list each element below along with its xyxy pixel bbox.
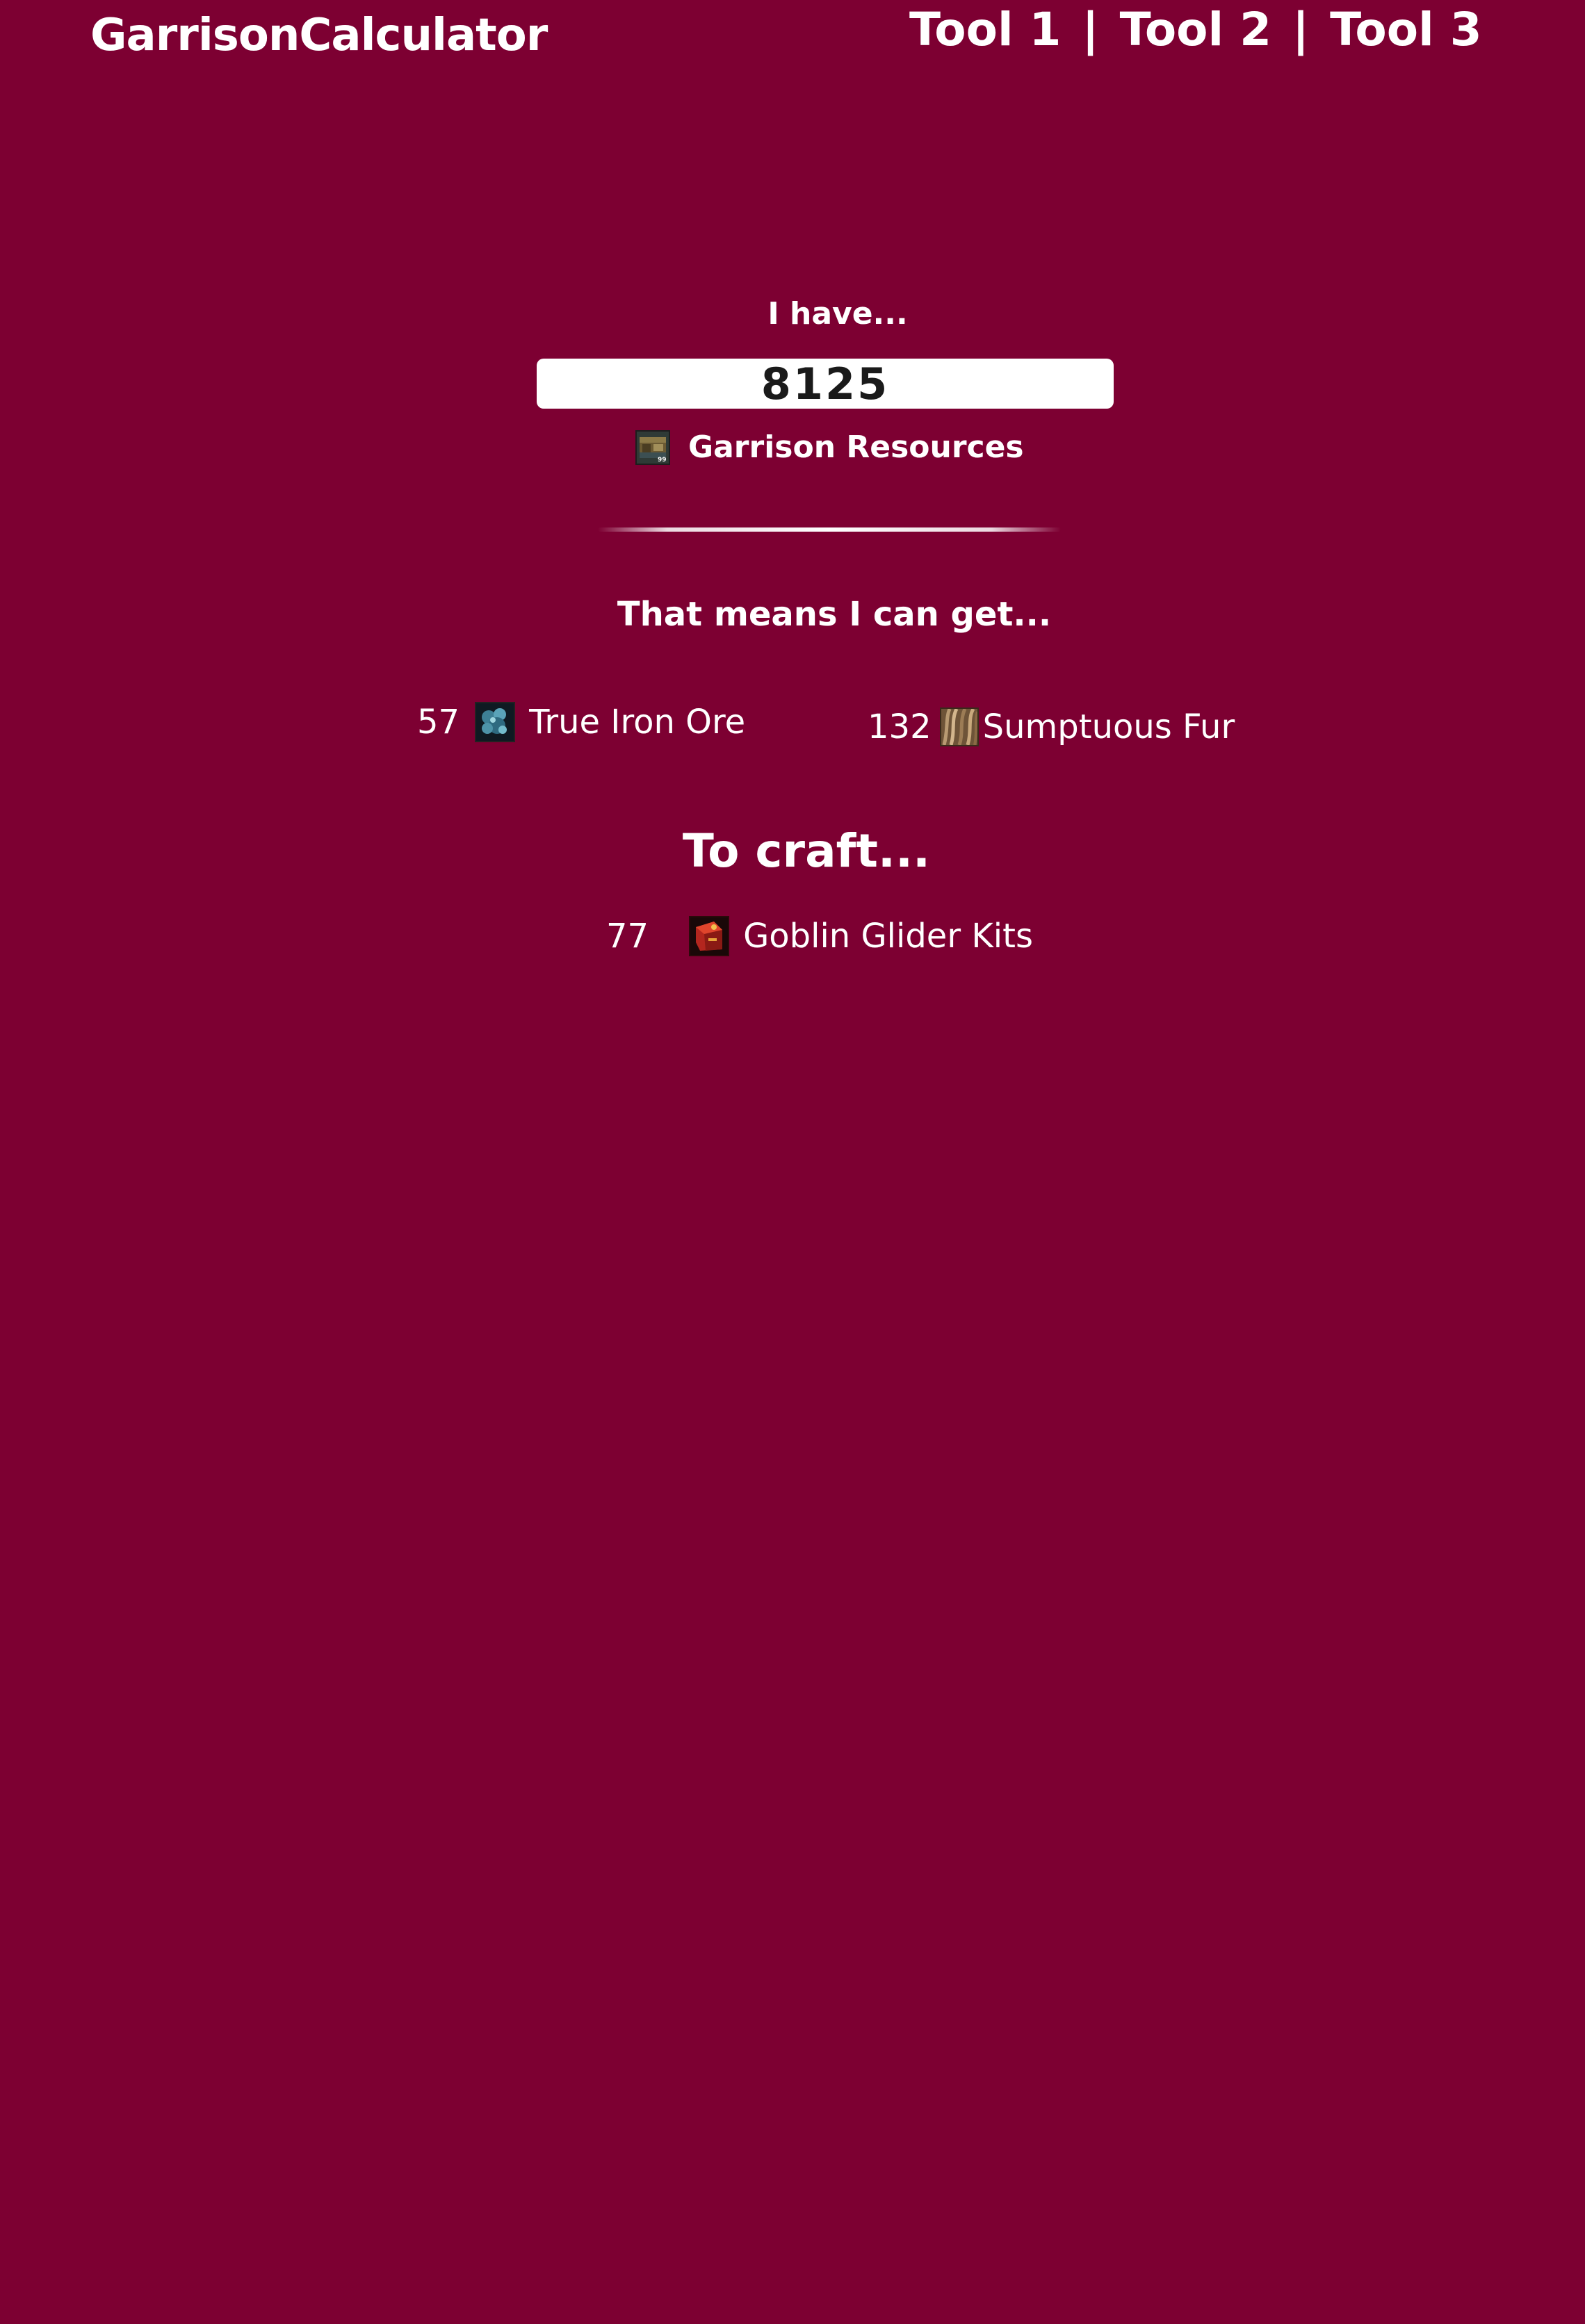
garrison-resources-icon: 99 [635,429,670,465]
goblin-glider-kit-icon [689,916,730,956]
nav-tool-1[interactable]: Tool 1 [909,3,1061,56]
resource-type: 99 Garrison Resources [635,429,1024,465]
nav-tool-2[interactable]: Tool 2 [1120,3,1271,56]
item-quantity: 77 [606,917,649,956]
nav-separator: | [1082,3,1099,56]
result-item: 57 True Iron Ore [417,702,745,742]
main-nav: Tool 1 | Tool 2 | Tool 3 [909,3,1482,56]
nav-separator: | [1292,3,1310,56]
true-iron-ore-icon [475,702,516,742]
result-item: 132 Sumptuous Fur [868,707,1235,746]
sumptuous-fur-icon [939,707,979,746]
section-divider [598,527,1061,532]
item-quantity: 132 [868,707,932,746]
resource-name: Garrison Resources [688,429,1024,465]
i-have-heading: I have... [767,296,908,332]
resource-amount-input[interactable] [537,359,1114,409]
item-name: True Iron Ore [529,703,746,742]
nav-tool-3[interactable]: Tool 3 [1330,3,1481,56]
item-quantity: 57 [417,703,460,742]
craft-item: 77 Goblin Glider Kits [606,916,1033,956]
item-name: Goblin Glider Kits [743,917,1033,956]
svg-text:99: 99 [658,457,667,464]
item-name: Sumptuous Fur [982,707,1235,746]
results-heading: That means I can get... [617,595,1052,634]
craft-heading: To craft... [682,824,931,878]
site-logo[interactable]: GarrisonCalculator [90,10,548,61]
